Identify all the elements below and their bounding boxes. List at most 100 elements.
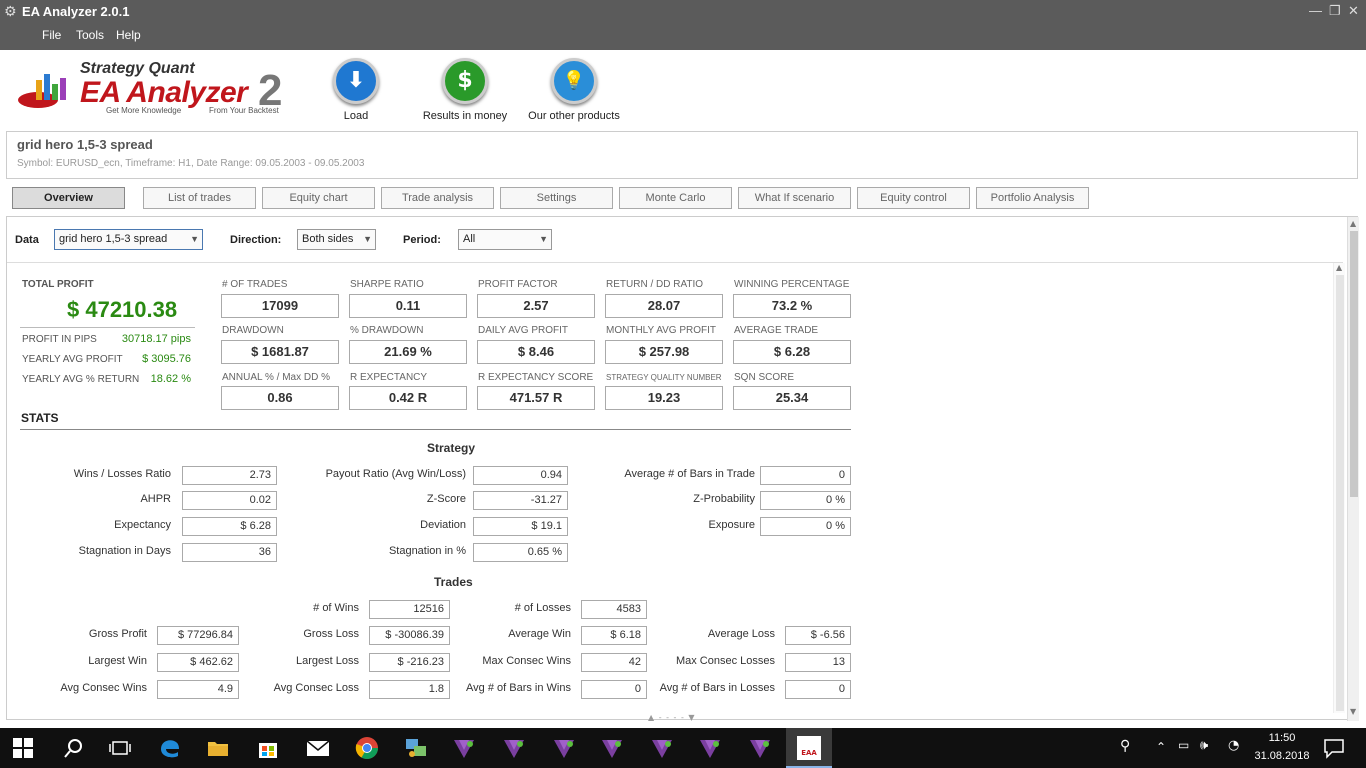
outer-scrollbar[interactable]: ▲ ▼ xyxy=(1347,217,1359,721)
search-icon[interactable] xyxy=(62,736,86,760)
trades-section-title: Trades xyxy=(434,575,473,589)
kpi-label: R EXPECTANCY SCORE xyxy=(478,372,594,383)
stat-label: # of Wins xyxy=(313,602,359,614)
kpi-value: $ 1681.87 xyxy=(221,340,339,364)
stat-value: 0 xyxy=(785,680,851,699)
minimize-button[interactable]: — xyxy=(1309,3,1322,18)
network-app-icon[interactable] xyxy=(404,736,428,760)
menu-help[interactable]: Help xyxy=(116,28,141,42)
kpi-value: 28.07 xyxy=(605,294,723,318)
data-select[interactable]: grid hero 1,5-3 spread ▼ xyxy=(54,229,203,250)
trading-app-icon[interactable] xyxy=(600,736,624,760)
kpi-value: $ 6.28 xyxy=(733,340,851,364)
results-in-money-button[interactable]: $ Results in money xyxy=(415,58,515,122)
tab-trade-analysis[interactable]: Trade analysis xyxy=(381,187,494,209)
stat-value: 13 xyxy=(785,653,851,672)
restore-button[interactable]: ❐ xyxy=(1329,3,1341,19)
tab-settings[interactable]: Settings xyxy=(500,187,613,209)
trading-app-icon[interactable] xyxy=(650,736,674,760)
kpi-label: WINNING PERCENTAGE xyxy=(734,279,850,290)
ea-analyzer-taskbar-button[interactable]: EAA xyxy=(786,728,832,768)
load-button[interactable]: ⬇ Load xyxy=(326,58,386,122)
kpi-value: 73.2 % xyxy=(733,294,851,318)
stat-label: Exposure xyxy=(708,519,755,531)
stat-value: 12516 xyxy=(369,600,450,619)
chevron-down-icon: ▼ xyxy=(539,234,548,244)
stat-label: Payout Ratio (Avg Win/Loss) xyxy=(325,468,466,480)
menu-file[interactable]: File xyxy=(42,28,61,42)
inner-scrollbar[interactable]: ▲ xyxy=(1333,263,1345,713)
outer-scrollbar-thumb[interactable] xyxy=(1350,231,1358,497)
taskbar-time[interactable]: 11:50 xyxy=(1254,732,1310,744)
file-explorer-icon[interactable] xyxy=(206,736,230,760)
kpi-label: AVERAGE TRADE xyxy=(734,325,819,336)
stat-value: 0 % xyxy=(760,517,851,536)
divider xyxy=(20,327,195,328)
stat-value: 0 xyxy=(760,466,851,485)
task-view-icon[interactable] xyxy=(108,736,132,760)
kpi-value: 19.23 xyxy=(605,386,723,410)
taskbar-date[interactable]: 31.08.2018 xyxy=(1250,750,1314,762)
kpi-label: SQN SCORE xyxy=(734,372,795,383)
kpi-value: 25.34 xyxy=(733,386,851,410)
scroll-up-icon[interactable]: ▲ xyxy=(1350,219,1356,228)
windows-start-icon[interactable] xyxy=(12,737,34,759)
store-icon[interactable] xyxy=(256,736,280,760)
volume-icon[interactable]: 🕪 xyxy=(1200,738,1208,753)
battery-icon[interactable]: ▭ xyxy=(1178,738,1189,752)
edge-browser-icon[interactable] xyxy=(158,736,182,760)
period-label: Period: xyxy=(403,234,441,246)
menu-tools[interactable]: Tools xyxy=(76,28,104,42)
tab-overview[interactable]: Overview xyxy=(12,187,125,209)
tab-equity-control[interactable]: Equity control xyxy=(857,187,970,209)
stat-label: Z-Probability xyxy=(693,493,755,505)
scroll-down-icon[interactable]: ▼ xyxy=(1350,707,1356,716)
panel-resize-grip[interactable]: ▲ - - - - ▼ xyxy=(648,713,696,722)
trading-app-icon[interactable] xyxy=(552,736,576,760)
trading-app-icon[interactable] xyxy=(452,736,476,760)
close-button[interactable]: ✕ xyxy=(1348,3,1359,19)
stat-value: $ -30086.39 xyxy=(369,626,450,645)
stat-value: 0.65 % xyxy=(473,543,568,562)
wifi-icon[interactable]: ◔ xyxy=(1228,738,1239,753)
period-select[interactable]: All ▼ xyxy=(458,229,552,250)
direction-select[interactable]: Both sides ▼ xyxy=(297,229,376,250)
kpi-label: ANNUAL % / Max DD % xyxy=(222,372,330,383)
trading-app-icon[interactable] xyxy=(748,736,772,760)
stat-label: Gross Profit xyxy=(88,628,147,640)
tab-what-if-scenario[interactable]: What If scenario xyxy=(738,187,851,209)
kpi-value: 0.86 xyxy=(221,386,339,410)
header: Strategy Quant EA Analyzer 2 Get More Kn… xyxy=(0,50,1366,130)
notifications-icon[interactable] xyxy=(1322,736,1346,760)
tab-monte-carlo[interactable]: Monte Carlo xyxy=(619,187,732,209)
tab-equity-chart[interactable]: Equity chart xyxy=(262,187,375,209)
stat-value: $ 6.28 xyxy=(182,517,277,536)
strategy-info: grid hero 1,5-3 spread Symbol: EURUSD_ec… xyxy=(6,131,1358,179)
stat-label: Average Win xyxy=(508,628,571,640)
stat-value: $ -6.56 xyxy=(785,626,851,645)
load-label: Load xyxy=(343,110,369,122)
stat-value: $ -216.23 xyxy=(369,653,450,672)
yearly-avg-return-value: 18.62 % xyxy=(150,373,191,385)
other-products-button[interactable]: 💡 Our other products xyxy=(520,58,628,122)
stat-value: 36 xyxy=(182,543,277,562)
tab-portfolio-analysis[interactable]: Portfolio Analysis xyxy=(976,187,1089,209)
chrome-icon[interactable] xyxy=(355,736,379,760)
mail-icon[interactable] xyxy=(306,736,330,760)
ea-analyzer-app-icon: EAA xyxy=(797,736,821,760)
people-icon[interactable]: ⚲ xyxy=(1120,738,1130,754)
tab-list-of-trades[interactable]: List of trades xyxy=(143,187,256,209)
stat-label: Stagnation in Days xyxy=(78,545,171,557)
stat-value: $ 77296.84 xyxy=(157,626,239,645)
chevron-down-icon: ▼ xyxy=(190,234,199,244)
inner-scrollbar-thumb[interactable] xyxy=(1336,275,1344,711)
chevron-up-icon[interactable]: ⌃ xyxy=(1156,740,1166,754)
trading-app-icon[interactable] xyxy=(698,736,722,760)
gear-icon[interactable]: ⚙ xyxy=(4,4,17,20)
stat-value: $ 6.18 xyxy=(581,626,647,645)
scroll-up-icon[interactable]: ▲ xyxy=(1336,263,1342,272)
trading-app-icon[interactable] xyxy=(502,736,526,760)
strategy-description: Symbol: EURUSD_ecn, Timeframe: H1, Date … xyxy=(17,158,365,169)
stat-label: Gross Loss xyxy=(303,628,359,640)
stat-value: 42 xyxy=(581,653,647,672)
